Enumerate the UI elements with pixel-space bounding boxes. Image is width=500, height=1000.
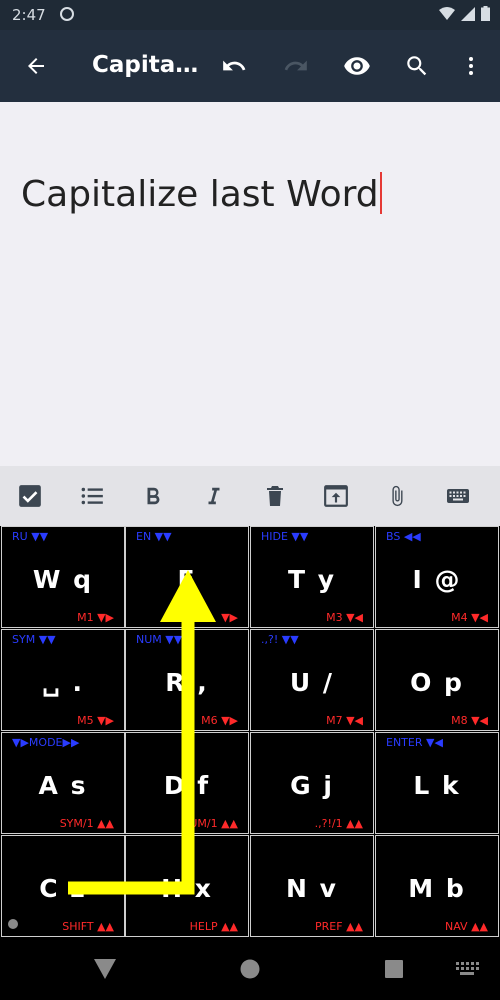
key-top-label: BS ◀◀ xyxy=(386,530,421,543)
key-bottom-label: SHIFT ▲▲ xyxy=(62,920,114,933)
app-bar: Capitali… xyxy=(0,30,500,102)
key-bottom-label: ▼▶ xyxy=(221,611,238,624)
key-g-j[interactable]: G j .,?!/1 ▲▲ xyxy=(250,732,374,834)
open-in-icon[interactable] xyxy=(320,480,352,512)
back-arrow-icon[interactable] xyxy=(18,48,54,84)
key-bottom-label: M3 ▼◀ xyxy=(326,611,363,624)
key-w-q[interactable]: RU ▼▼ W q M1 ▼▶ xyxy=(1,526,125,628)
key-t-y[interactable]: HIDE ▼▼ T y M3 ▼◀ xyxy=(250,526,374,628)
format-toolbar xyxy=(0,466,500,526)
key-main-label: A s xyxy=(38,771,88,800)
battery-icon xyxy=(481,6,490,21)
home-circle-icon[interactable] xyxy=(235,956,265,982)
key-bottom-label: HELP ▲▲ xyxy=(189,920,238,933)
key-bottom-label: NUM/1 ▲▲ xyxy=(181,817,238,830)
italic-icon[interactable] xyxy=(198,480,230,512)
attachment-icon[interactable] xyxy=(381,480,413,512)
keyboard-switch-icon[interactable] xyxy=(452,956,482,982)
text-cursor xyxy=(379,172,382,214)
key-m-b[interactable]: M b NAV ▲▲ xyxy=(375,835,499,937)
key-top-label: NUM ▼▼ xyxy=(136,633,183,646)
key-top-label: ENTER ▼◀ xyxy=(386,736,443,749)
key-bottom-label: M6 ▼▶ xyxy=(201,714,238,727)
key-main-label: C z xyxy=(39,874,87,903)
key-top-label: ▼▶MODE▶▶ xyxy=(12,736,80,749)
note-editor[interactable]: Capitalize last Word xyxy=(0,102,500,466)
key-main-label: G j xyxy=(290,771,334,800)
key-top-label: RU ▼▼ xyxy=(12,530,49,543)
key-i-at[interactable]: BS ◀◀ I @ M4 ▼◀ xyxy=(375,526,499,628)
key-bottom-label: SYM/1 ▲▲ xyxy=(59,817,114,830)
key-n-v[interactable]: N v PREF ▲▲ xyxy=(250,835,374,937)
bold-icon[interactable] xyxy=(137,480,169,512)
key-h-x[interactable]: H x HELP ▲▲ xyxy=(125,835,249,937)
key-bottom-label: .,?!/1 ▲▲ xyxy=(314,817,363,830)
back-triangle-icon[interactable] xyxy=(90,956,120,982)
signal-icon xyxy=(461,6,475,21)
key-a-s[interactable]: ▼▶MODE▶▶ A s SYM/1 ▲▲ xyxy=(1,732,125,834)
key-main-label: T y xyxy=(287,565,337,594)
key-main-label: E xyxy=(177,565,197,594)
key-main-label: ␣ . xyxy=(41,668,85,697)
key-c-z[interactable]: C z SHIFT ▲▲ xyxy=(1,835,125,937)
status-bar: 2:47 xyxy=(0,0,500,30)
note-title: Capitali… xyxy=(92,52,202,78)
key-space-dot[interactable]: SYM ▼▼ ␣ . M5 ▼▶ xyxy=(1,629,125,731)
key-main-label: M b xyxy=(408,874,466,903)
key-top-label: HIDE ▼▼ xyxy=(261,530,309,543)
key-main-label: O p xyxy=(410,668,464,697)
redo-icon[interactable] xyxy=(278,48,314,84)
key-bottom-label: M1 ▼▶ xyxy=(77,611,114,624)
key-bottom-label: NAV ▲▲ xyxy=(445,920,488,933)
wifi-icon xyxy=(439,6,455,20)
key-u-slash[interactable]: .,?! ▼▼ U / M7 ▼◀ xyxy=(250,629,374,731)
keyboard-icon[interactable] xyxy=(442,480,474,512)
search-icon[interactable] xyxy=(399,48,435,84)
key-main-label: D f xyxy=(163,771,211,800)
key-l-k[interactable]: ENTER ▼◀ L k xyxy=(375,732,499,834)
editor-text[interactable]: Capitalize last Word xyxy=(21,174,379,215)
bulleted-list-icon[interactable] xyxy=(76,480,108,512)
keyboard: RU ▼▼ W q M1 ▼▶ EN ▼▼ E ▼▶ HIDE ▼▼ T y M3 ▼◀ B… xyxy=(0,526,500,938)
indicator-dot xyxy=(8,919,18,929)
key-e[interactable]: EN ▼▼ E ▼▶ xyxy=(125,526,249,628)
key-bottom-label: M8 ▼◀ xyxy=(451,714,488,727)
eye-icon[interactable] xyxy=(339,48,375,84)
key-main-label: W q xyxy=(32,565,94,594)
key-bottom-label: M5 ▼▶ xyxy=(77,714,114,727)
key-bottom-label: M7 ▼◀ xyxy=(326,714,363,727)
key-main-label: N v xyxy=(286,874,338,903)
key-main-label: R , xyxy=(165,668,209,697)
key-d-f[interactable]: D f NUM/1 ▲▲ xyxy=(125,732,249,834)
more-vertical-icon[interactable] xyxy=(453,48,489,84)
key-main-label: H x xyxy=(161,874,213,903)
notification-badge-icon xyxy=(60,7,74,21)
key-main-label: L k xyxy=(413,771,461,800)
key-top-label: SYM ▼▼ xyxy=(12,633,56,646)
key-bottom-label: M4 ▼◀ xyxy=(451,611,488,624)
recents-square-icon[interactable] xyxy=(379,956,409,982)
key-bottom-label: PREF ▲▲ xyxy=(315,920,363,933)
key-top-label: EN ▼▼ xyxy=(136,530,172,543)
key-o-p[interactable]: O p M8 ▼◀ xyxy=(375,629,499,731)
key-r-comma[interactable]: NUM ▼▼ R , M6 ▼▶ xyxy=(125,629,249,731)
checkbox-icon[interactable] xyxy=(14,480,46,512)
navigation-bar xyxy=(0,938,500,1000)
key-main-label: I @ xyxy=(412,565,462,594)
undo-icon[interactable] xyxy=(216,48,252,84)
trash-icon[interactable] xyxy=(259,480,291,512)
key-top-label: .,?! ▼▼ xyxy=(261,633,299,646)
status-time: 2:47 xyxy=(12,6,46,24)
key-main-label: U / xyxy=(289,668,335,697)
